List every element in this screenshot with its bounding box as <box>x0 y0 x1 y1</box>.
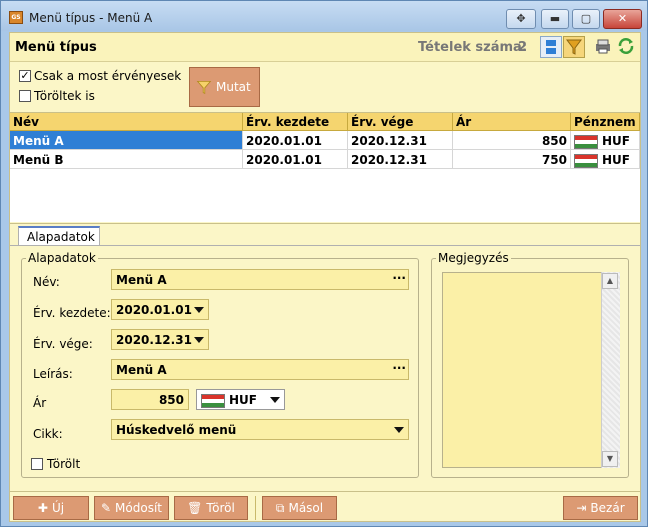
scroll-up-icon[interactable]: ▲ <box>602 273 618 289</box>
column-header-end[interactable]: Érv. vége <box>348 113 453 131</box>
item-select-value: Húskedvelő menü <box>116 423 237 437</box>
table-row-name[interactable]: Menü B <box>10 150 243 169</box>
name-value: Menü A <box>116 273 167 287</box>
delete-button-label: Töröl <box>206 501 235 515</box>
item-count-label: Tételek száma: <box>418 40 528 55</box>
filter-icon[interactable] <box>563 36 585 58</box>
only-valid-label: Csak a most érvényesek <box>34 69 182 83</box>
show-button[interactable]: Mutat <box>189 67 260 107</box>
start-date-label: Érv. kezdete: <box>33 306 111 320</box>
gear-plus-icon: ✚ <box>37 501 48 515</box>
notes-group-title: Megjegyzés <box>436 251 511 265</box>
tab-page-general: Alapadatok Név: Menü A ··· Érv. kezdete: … <box>10 245 640 491</box>
column-header-currency[interactable]: Pénznem <box>571 113 640 131</box>
hungarian-flag-icon <box>201 393 225 408</box>
column-header-name[interactable]: Név <box>10 113 243 131</box>
app-icon: GS <box>9 11 23 24</box>
scroll-down-icon[interactable]: ▼ <box>602 451 618 467</box>
table-row-end[interactable]: 2020.12.31 <box>348 150 453 169</box>
end-date-picker[interactable]: 2020.12.31 <box>111 329 209 350</box>
currency-code: HUF <box>602 134 630 148</box>
table-row-price[interactable]: 850 <box>453 131 571 150</box>
app-window: GS Menü típus - Menü A ✥ ▬ ▢ ✕ Menü típu… <box>0 0 648 527</box>
table-row-end[interactable]: 2020.12.31 <box>348 131 453 150</box>
new-button[interactable]: ✚ Új <box>13 496 89 520</box>
notes-textarea[interactable] <box>442 272 620 468</box>
refresh-icon[interactable] <box>616 36 638 58</box>
exit-icon: ⇥ <box>576 501 587 515</box>
table-row-start[interactable]: 2020.01.01 <box>243 150 348 169</box>
currency-select[interactable]: HUF <box>196 389 285 410</box>
start-date-picker[interactable]: 2020.01.01 <box>111 299 209 320</box>
deleted-label: Törölt <box>47 457 81 471</box>
description-value: Menü A <box>116 363 167 377</box>
hungarian-flag-icon <box>574 153 598 168</box>
item-count-value: 2 <box>518 40 528 55</box>
bottom-toolbar: ✚ Új ✎ Módosít 🗑 Töröl ⧉ Másol ⇥ Bezár <box>10 491 640 521</box>
table-row-start[interactable]: 2020.01.01 <box>243 131 348 150</box>
chevron-down-icon[interactable] <box>194 337 204 343</box>
toolbar-separator <box>255 496 256 520</box>
minimize-button[interactable]: ▬ <box>541 9 569 29</box>
description-field[interactable]: Menü A ··· <box>111 359 409 380</box>
description-ellipsis-button[interactable]: ··· <box>392 361 406 375</box>
chevron-down-icon[interactable] <box>270 397 280 403</box>
header-bar: Menü típus Tételek száma: 2 <box>10 33 640 62</box>
name-ellipsis-button[interactable]: ··· <box>392 271 406 285</box>
currency-code: HUF <box>602 153 630 167</box>
main-content: Menü típus Tételek száma: 2 ✓ Csak a mos… <box>9 32 641 522</box>
deleted-checkbox[interactable] <box>31 458 43 470</box>
tab-general[interactable]: Alapadatok <box>18 226 100 246</box>
close-window-button[interactable]: ✕ <box>603 9 642 29</box>
close-button[interactable]: ⇥ Bezár <box>563 496 638 520</box>
only-valid-checkbox[interactable]: ✓ <box>19 70 31 82</box>
end-date-value: 2020.12.31 <box>116 333 192 347</box>
close-button-label: Bezár <box>590 501 625 515</box>
item-select[interactable]: Húskedvelő menü <box>111 419 409 440</box>
column-header-start[interactable]: Érv. kezdete <box>243 113 348 131</box>
modify-button[interactable]: ✎ Módosít <box>94 496 169 520</box>
new-button-label: Új <box>51 501 65 515</box>
table-row-price[interactable]: 750 <box>453 150 571 169</box>
currency-select-value: HUF <box>229 393 257 407</box>
table-row-currency[interactable]: HUF <box>571 131 640 150</box>
name-field[interactable]: Menü A ··· <box>111 269 409 290</box>
move-button[interactable]: ✥ <box>506 9 536 29</box>
deleted-too-checkbox[interactable] <box>19 90 31 102</box>
page-title: Menü típus <box>15 40 97 55</box>
hungarian-flag-icon <box>574 134 598 149</box>
chevron-down-icon[interactable] <box>394 427 404 433</box>
description-label: Leírás: <box>33 367 73 381</box>
data-grid[interactable]: Név Érv. kezdete Érv. vége Ár Pénznem Me… <box>10 112 640 222</box>
modify-button-label: Módosít <box>115 501 162 515</box>
trash-icon: 🗑 <box>187 501 203 515</box>
funnel-icon <box>196 81 212 95</box>
copy-button-label: Másol <box>288 501 324 515</box>
general-group-title: Alapadatok <box>26 251 98 265</box>
start-date-value: 2020.01.01 <box>116 303 192 317</box>
copy-button[interactable]: ⧉ Másol <box>262 496 337 520</box>
table-row-name[interactable]: Menü A <box>10 131 243 150</box>
pencil-icon: ✎ <box>100 501 112 515</box>
window-title: Menü típus - Menü A <box>29 11 153 25</box>
layout-icon[interactable] <box>540 36 562 58</box>
price-label: Ár <box>33 396 47 410</box>
copy-icon: ⧉ <box>275 501 285 515</box>
tab-strip <box>10 223 640 245</box>
column-header-price[interactable]: Ár <box>453 113 571 131</box>
end-date-label: Érv. vége: <box>33 337 93 351</box>
deleted-too-label: Töröltek is <box>34 89 95 103</box>
name-label: Név: <box>33 275 60 289</box>
price-field[interactable]: 850 <box>111 389 189 410</box>
delete-button[interactable]: 🗑 Töröl <box>174 496 248 520</box>
title-bar[interactable]: GS Menü típus - Menü A ✥ ▬ ▢ ✕ <box>1 1 647 31</box>
show-button-label: Mutat <box>216 80 251 94</box>
table-row-currency[interactable]: HUF <box>571 150 640 169</box>
notes-scrollbar[interactable]: ▲ ▼ <box>601 272 620 468</box>
chevron-down-icon[interactable] <box>194 307 204 313</box>
maximize-button[interactable]: ▢ <box>572 9 600 29</box>
printer-icon[interactable] <box>593 36 615 58</box>
item-label: Cikk: <box>33 427 63 441</box>
